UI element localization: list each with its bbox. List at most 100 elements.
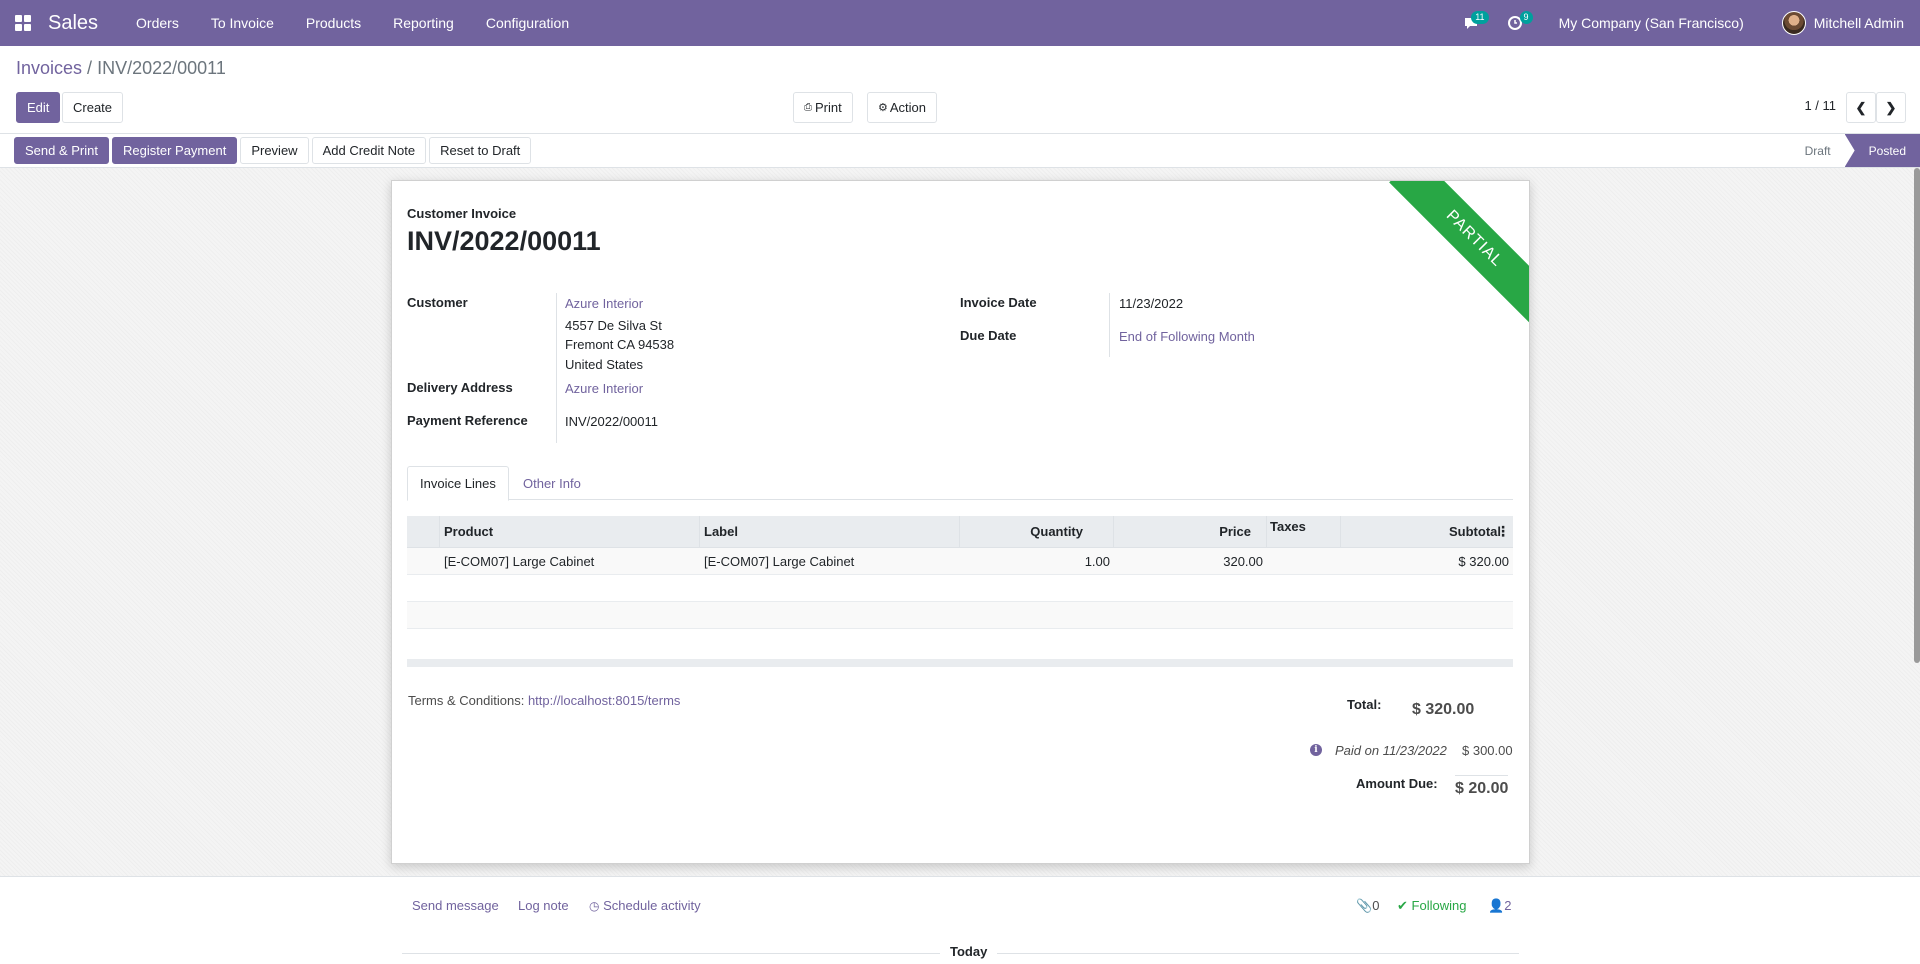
customer-label: Customer: [407, 295, 468, 310]
apps-menu-icon[interactable]: [0, 0, 46, 46]
column-product[interactable]: Product: [444, 524, 493, 539]
schedule-activity-label: Schedule activity: [603, 898, 701, 913]
menu-to-invoice[interactable]: To Invoice: [195, 0, 290, 46]
notebook-tabs: Invoice Lines Other Info: [407, 466, 1513, 501]
empty-row[interactable]: [407, 575, 1513, 602]
column-separator: [959, 516, 960, 548]
address-line-3: United States: [565, 357, 644, 372]
user-name: Mitchell Admin: [1813, 15, 1904, 31]
breadcrumb-current: INV/2022/00011: [97, 58, 226, 78]
reset-to-draft-button[interactable]: Reset to Draft: [429, 137, 532, 164]
check-icon: ✔: [1397, 898, 1408, 913]
today-label: Today: [940, 944, 998, 959]
terms-conditions: Terms & Conditions: http://localhost:801…: [408, 693, 680, 708]
menu-reporting[interactable]: Reporting: [377, 0, 470, 46]
print-button[interactable]: ⎙ Print: [793, 92, 853, 123]
chevron-right-icon: ❯: [1885, 99, 1897, 115]
activities-badge: 9: [1519, 11, 1533, 24]
column-separator: [439, 516, 440, 548]
document-kind: Customer Invoice: [407, 206, 517, 221]
address-line-2: Fremont CA 94538: [565, 337, 675, 352]
column-subtotal[interactable]: Subtotal: [1449, 524, 1501, 539]
edit-button[interactable]: Edit: [16, 92, 61, 123]
column-taxes[interactable]: Taxes: [1270, 519, 1306, 534]
invoice-date-value: 11/23/2022: [1119, 296, 1184, 311]
user-menu[interactable]: Mitchell Admin: [1766, 11, 1920, 35]
create-button[interactable]: Create: [62, 92, 124, 123]
menu-configuration[interactable]: Configuration: [470, 0, 585, 46]
empty-row[interactable]: [407, 629, 1513, 656]
column-quantity[interactable]: Quantity: [1030, 524, 1083, 539]
scrollbar[interactable]: [1914, 168, 1920, 663]
payment-reference-label: Payment Reference: [407, 413, 528, 428]
action-button[interactable]: ⚙ Action: [867, 92, 938, 123]
send-message-button[interactable]: Send message: [412, 898, 499, 913]
pager-previous-button[interactable]: ❮: [1846, 92, 1876, 123]
top-navbar: Sales Orders To Invoice Products Reporti…: [0, 0, 1920, 46]
amount-due-value: $ 20.00: [1455, 775, 1509, 798]
avatar: [1781, 11, 1806, 35]
followers-button[interactable]: 👤2: [1488, 898, 1511, 914]
delivery-address-link[interactable]: Azure Interior: [565, 379, 643, 398]
user-icon: 👤: [1488, 898, 1505, 913]
payment-reference-value: INV/2022/00011: [565, 414, 658, 429]
status-bar: Send & Print Register Payment Preview Ad…: [0, 134, 1920, 168]
cell-label: [E-COM07] Large Cabinet: [704, 554, 855, 569]
terms-link[interactable]: http://localhost:8015/terms: [528, 693, 680, 708]
field-divider: [556, 293, 557, 443]
action-label: Action: [889, 100, 927, 115]
menu-products[interactable]: Products: [290, 0, 377, 46]
following-label: Following: [1411, 898, 1467, 913]
control-panel: Invoices / INV/2022/00011 Edit Create ⎙ …: [0, 46, 1920, 134]
empty-row[interactable]: [407, 602, 1513, 629]
customer-link[interactable]: Azure Interior: [565, 294, 643, 313]
optional-columns-icon[interactable]: ⋮: [1496, 523, 1510, 540]
app-name[interactable]: Sales: [48, 12, 98, 35]
table-header: Product Label Quantity Price Taxes Subto…: [407, 516, 1513, 548]
invoice-sheet: PARTIAL Customer Invoice INV/2022/00011 …: [391, 180, 1530, 864]
delivery-address-label: Delivery Address: [407, 380, 513, 395]
add-credit-note-button[interactable]: Add Credit Note: [311, 137, 427, 164]
status-ribbon: PARTIAL: [1389, 181, 1529, 324]
clock-icon: ◷: [589, 899, 600, 913]
breadcrumb-invoices-link[interactable]: Invoices: [16, 58, 82, 78]
log-note-button[interactable]: Log note: [518, 898, 569, 913]
cell-quantity: 1.00: [1084, 554, 1110, 569]
gear-icon: ⚙: [878, 102, 888, 114]
column-label[interactable]: Label: [704, 524, 738, 539]
messages-badge: 11: [1471, 11, 1489, 24]
column-price[interactable]: Price: [1219, 524, 1251, 539]
column-separator: [699, 516, 700, 548]
activity-menu[interactable]: 9: [1493, 0, 1537, 46]
pager-next-button[interactable]: ❯: [1876, 92, 1906, 123]
preview-button[interactable]: Preview: [240, 137, 309, 164]
tab-other-info[interactable]: Other Info: [511, 466, 593, 500]
total-label: Total:: [1347, 697, 1382, 712]
info-icon[interactable]: i: [1310, 744, 1322, 756]
due-date-label: Due Date: [960, 328, 1017, 343]
attachments-button[interactable]: 📎0: [1356, 898, 1379, 914]
following-button[interactable]: ✔ Following: [1397, 898, 1466, 914]
column-separator: [1113, 516, 1114, 548]
tab-invoice-lines[interactable]: Invoice Lines: [407, 466, 509, 501]
pager-value[interactable]: 1 / 11: [1804, 98, 1836, 113]
schedule-activity-button[interactable]: ◷ Schedule activity: [589, 898, 701, 913]
messaging-menu[interactable]: 11: [1449, 0, 1493, 46]
table-footer: [407, 659, 1513, 667]
address-line-1: 4557 De Silva St: [565, 318, 662, 333]
column-separator: [1266, 516, 1267, 548]
invoice-lines-table: Product Label Quantity Price Taxes Subto…: [407, 516, 1513, 656]
menu-orders[interactable]: Orders: [120, 0, 195, 46]
stage-posted: Posted: [1844, 134, 1920, 167]
stage-pipeline: Draft Posted: [1787, 134, 1920, 167]
company-switcher[interactable]: My Company (San Francisco): [1537, 15, 1766, 31]
terms-label: Terms & Conditions:: [408, 693, 528, 708]
cell-product: [E-COM07] Large Cabinet: [444, 554, 595, 569]
send-print-button[interactable]: Send & Print: [14, 137, 109, 164]
column-separator: [1340, 516, 1341, 548]
due-date-value[interactable]: End of Following Month: [1119, 327, 1255, 346]
table-row[interactable]: [E-COM07] Large Cabinet [E-COM07] Large …: [407, 548, 1513, 575]
breadcrumb: Invoices / INV/2022/00011: [16, 58, 226, 79]
register-payment-button[interactable]: Register Payment: [112, 137, 238, 164]
printer-icon: ⎙: [804, 102, 812, 113]
